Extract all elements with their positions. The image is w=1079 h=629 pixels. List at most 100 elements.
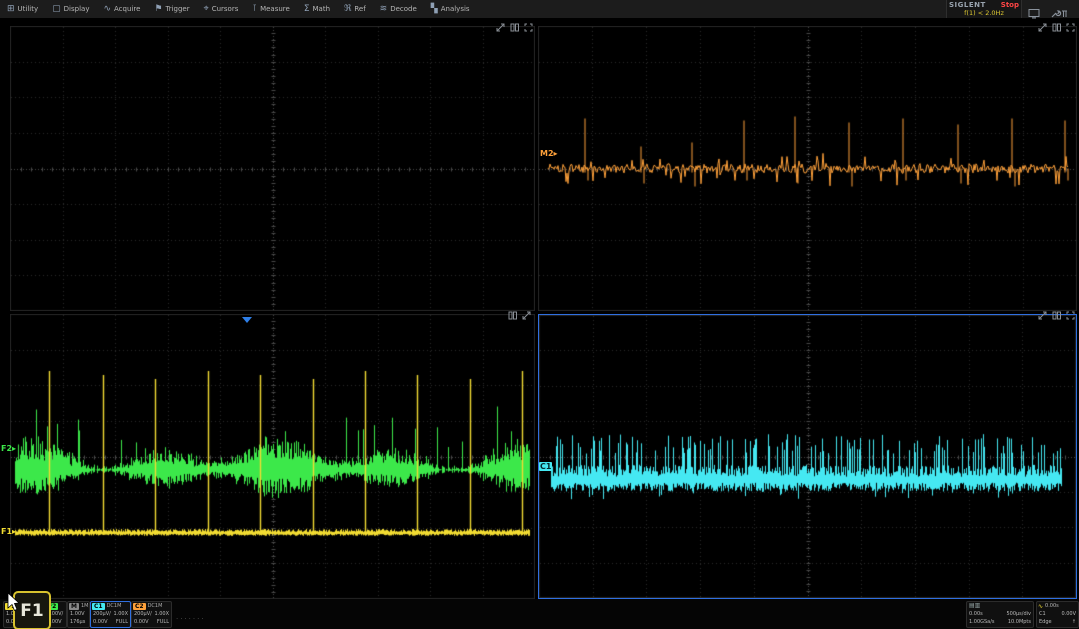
acquire-icon: ∿ xyxy=(103,5,111,14)
trace-label-m2[interactable]: M2▸ xyxy=(540,149,558,158)
c1-bandwidth: FULL xyxy=(116,618,128,626)
mouse-cursor xyxy=(7,592,21,612)
split-view-icon[interactable] xyxy=(1052,311,1061,320)
trace-pointer-icon: ▸ xyxy=(12,527,16,536)
trigger-descriptor[interactable]: ∿0.00s C10.00V Edge↑ xyxy=(1036,601,1079,628)
timebase-delay: 0.00s xyxy=(969,610,983,618)
c2-probe: 1.00X xyxy=(154,610,169,618)
window-4-graticule[interactable] xyxy=(539,315,1076,598)
window-2-controls xyxy=(1038,23,1075,32)
channel-pill-c2: C2 xyxy=(133,603,146,610)
trace-pointer-icon: ▸ xyxy=(554,149,558,158)
measure-icon: ⊺ xyxy=(252,5,257,14)
menu-item-trigger[interactable]: ⚑ Trigger xyxy=(147,0,196,18)
trigger-position-marker[interactable] xyxy=(242,317,252,323)
trace-pointer-icon: ▸ xyxy=(12,444,16,453)
m-scale: 1.00V xyxy=(70,610,85,618)
menu-item-cursors[interactable]: ⌖ Cursors xyxy=(197,0,246,18)
expand-icon[interactable] xyxy=(1038,311,1047,320)
menu-item-measure[interactable]: ⊺ Measure xyxy=(245,0,296,18)
cursors-icon: ⌖ xyxy=(204,5,209,14)
m-timebase: 176µs xyxy=(70,618,85,626)
c2-scale: 200µV/ xyxy=(134,610,152,618)
status-bar: F1 1.00V/ 0.00V F2 1.00V/ 0.00V M1Mpt 1.… xyxy=(0,599,1079,629)
split-view-icon[interactable] xyxy=(508,311,517,320)
maximize-icon[interactable] xyxy=(1066,23,1075,32)
trace-label-text: C1 xyxy=(540,462,551,471)
window-3-controls xyxy=(508,311,531,320)
siglent-logo: SIGLENT xyxy=(949,1,986,9)
window-3-graticule[interactable] xyxy=(10,314,535,599)
trace-label-text: M2 xyxy=(540,149,554,158)
sample-rate: 1.00GSa/s xyxy=(969,618,995,626)
waveform-window-1[interactable] xyxy=(10,26,535,311)
screen-capture-icon[interactable] xyxy=(1028,4,1040,23)
menu-label: Ref xyxy=(354,5,365,13)
menu-item-utility[interactable]: ⊞ Utility xyxy=(0,0,45,18)
ref-icon: ℜ xyxy=(344,5,351,14)
menu-label: Acquire xyxy=(114,5,140,13)
timebase-descriptor[interactable]: ▤▥ 0.00s 500µs/div 1.00GSa/s 10.0Mpts xyxy=(966,601,1034,628)
c1-probe: 1.00X xyxy=(113,610,128,618)
trace-label-text: F1 xyxy=(1,527,12,536)
display-icon: ▢ xyxy=(52,5,61,14)
window-1-graticule[interactable] xyxy=(10,26,535,311)
utility-icon: ⊞ xyxy=(7,5,15,14)
channel-pill-m: M xyxy=(69,603,79,610)
menu-item-analysis[interactable]: ▚ Analysis xyxy=(424,0,477,18)
c1-offset: 0.00V xyxy=(93,618,108,626)
menu-label: Measure xyxy=(260,5,290,13)
split-view-icon[interactable] xyxy=(1052,23,1061,32)
c2-offset: 0.00V xyxy=(134,618,149,626)
memory-depth: 10.0Mpts xyxy=(1008,618,1031,626)
trace-label-text: F2 xyxy=(1,444,12,453)
trigger-type: Edge xyxy=(1039,618,1052,626)
waveform-window-3[interactable] xyxy=(10,314,535,599)
menu-label: Utility xyxy=(18,5,39,13)
c2-bandwidth: FULL xyxy=(157,618,169,626)
menu-label: Trigger xyxy=(165,5,189,13)
descriptor-overflow-dots: ······· xyxy=(176,615,206,623)
menu-item-acquire[interactable]: ∿ Acquire xyxy=(96,0,147,18)
trace-label-f2[interactable]: F2▸ xyxy=(1,444,16,453)
tools-icon[interactable] xyxy=(1050,4,1068,23)
trigger-position: 0.00s xyxy=(1045,603,1059,609)
trace-label-c1[interactable]: C1 xyxy=(539,462,552,471)
c1-coupling: DC1M xyxy=(107,603,122,609)
decode-icon: ≋ xyxy=(380,5,388,14)
expand-icon[interactable] xyxy=(1038,23,1047,32)
analysis-icon: ▚ xyxy=(431,5,438,14)
waveform-window-2[interactable] xyxy=(538,26,1077,311)
trace-label-f1[interactable]: F1▸ xyxy=(1,527,16,536)
run-state-badge[interactable]: Stop xyxy=(1001,1,1019,9)
waveform-window-4-selected[interactable] xyxy=(538,314,1077,599)
menu-label: Analysis xyxy=(441,5,470,13)
maximize-icon[interactable] xyxy=(524,23,533,32)
expand-icon[interactable] xyxy=(496,23,505,32)
menu-item-display[interactable]: ▢ Display xyxy=(45,0,96,18)
menu-label: Cursors xyxy=(212,5,239,13)
menu-label: Math xyxy=(313,5,331,13)
menu-item-math[interactable]: Σ Math xyxy=(297,0,337,18)
timebase-mode-icons: ▤▥ xyxy=(967,602,1033,610)
split-view-icon[interactable] xyxy=(510,23,519,32)
c1-scale: 200µV/ xyxy=(93,610,111,618)
descriptor-m[interactable]: M1Mpt 1.00V 176µs xyxy=(67,601,90,628)
descriptor-c1-selected[interactable]: C1DC1M 200µV/1.00X 0.00V FULL xyxy=(90,601,131,628)
menu-label: Display xyxy=(64,5,90,13)
maximize-icon[interactable] xyxy=(1066,311,1075,320)
trigger-source: C1 xyxy=(1039,610,1046,618)
expand-icon[interactable] xyxy=(522,311,531,320)
math-icon: Σ xyxy=(304,5,310,14)
menu-item-decode[interactable]: ≋ Decode xyxy=(373,0,424,18)
menu-label: Decode xyxy=(390,5,417,13)
touch-feedback-label: F1 xyxy=(20,601,43,621)
window-2-graticule[interactable] xyxy=(538,26,1077,311)
descriptor-c2[interactable]: C2DC1M 200µV/1.00X 0.00VFULL xyxy=(131,601,172,628)
trigger-slope-icon: ∿ xyxy=(1038,603,1043,610)
m-points: 1Mpt xyxy=(81,603,90,609)
timebase-scale: 500µs/div xyxy=(1006,610,1031,618)
logo-status-block: SIGLENT Stop f(1) < 2.0Hz xyxy=(946,0,1022,18)
channel-pill-c1: C1 xyxy=(92,603,105,610)
menu-item-ref[interactable]: ℜ Ref xyxy=(337,0,373,18)
